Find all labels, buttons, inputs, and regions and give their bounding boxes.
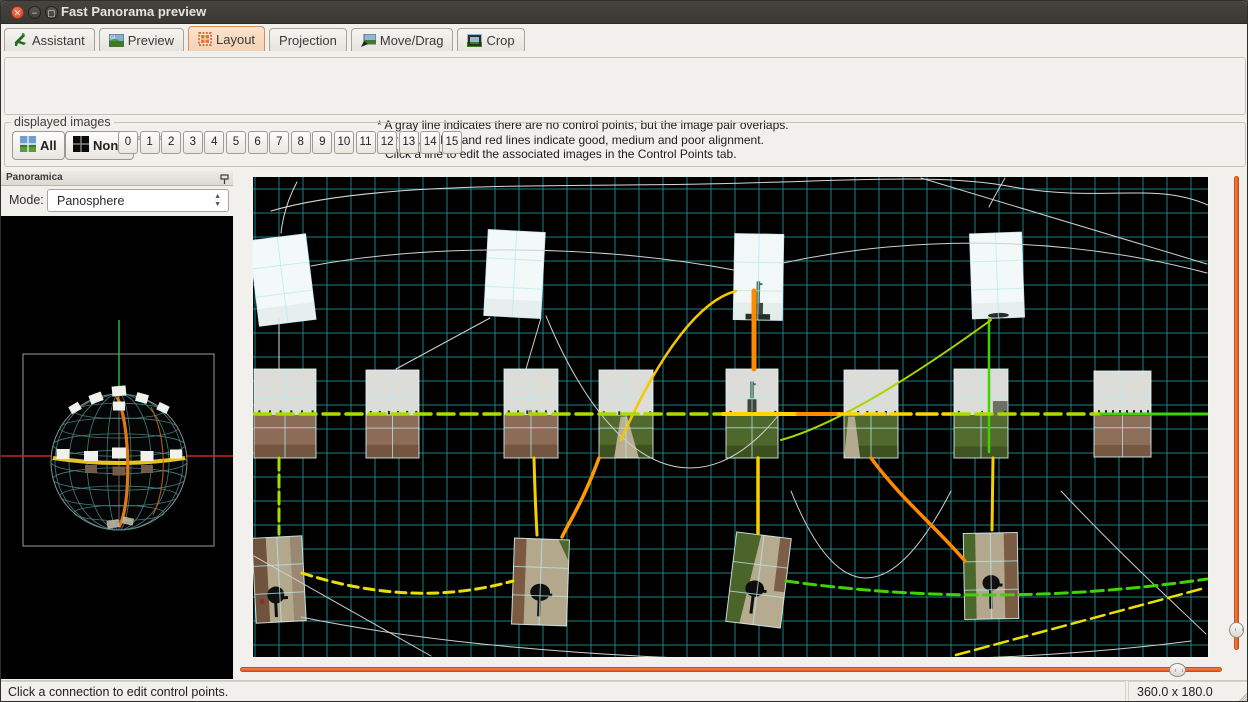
crop-icon	[467, 34, 482, 47]
connection-line[interactable]	[526, 318, 541, 369]
image-tile[interactable]	[484, 230, 545, 319]
connection-line[interactable]	[992, 458, 993, 530]
displayed-images-label: displayed images	[11, 115, 114, 129]
image-toggle-0[interactable]: 0	[118, 131, 138, 154]
mode-label: Mode:	[9, 193, 44, 207]
minimize-button[interactable]: −	[28, 6, 41, 19]
tab-assistant[interactable]: Assistant	[4, 28, 95, 51]
connection-line[interactable]	[921, 178, 1207, 264]
image-tile[interactable]	[726, 532, 792, 628]
mode-value: Panosphere	[57, 194, 124, 208]
pitch-slider-handle[interactable]	[1229, 622, 1244, 638]
image-tile[interactable]	[963, 533, 1018, 620]
yaw-slider[interactable]	[238, 660, 1228, 678]
image-tile[interactable]	[253, 536, 306, 624]
image-tile[interactable]	[512, 538, 570, 626]
image-toggle-13[interactable]: 13	[399, 131, 419, 154]
layout-icon	[198, 32, 212, 46]
image-tile[interactable]	[253, 234, 316, 326]
yaw-slider-track[interactable]	[240, 667, 1222, 672]
image-toggle-7[interactable]: 7	[269, 131, 289, 154]
maximize-button[interactable]: ▢	[45, 6, 58, 19]
image-toggle-8[interactable]: 8	[291, 131, 311, 154]
connection-line[interactable]	[271, 179, 1208, 211]
tab-crop[interactable]: Crop	[457, 28, 524, 51]
connection-line[interactable]	[534, 458, 537, 535]
tab-projection[interactable]: Projection	[269, 28, 347, 51]
preview-icon: GL	[109, 34, 124, 47]
image-tile[interactable]	[733, 234, 783, 321]
mode-select[interactable]: Panosphere ▲▼	[47, 189, 229, 212]
close-button[interactable]: ✕	[11, 6, 24, 19]
all-button-label: All	[40, 138, 57, 153]
show-all-button[interactable]: All	[12, 131, 65, 160]
info-box: Scale: * A gray line indicates there are…	[4, 57, 1246, 115]
tab-label: Preview	[128, 33, 174, 48]
svg-text:GL: GL	[110, 35, 117, 41]
image-toggle-4[interactable]: 4	[204, 131, 224, 154]
image-toggle-6[interactable]: 6	[248, 131, 268, 154]
image-toggle-10[interactable]: 10	[334, 131, 354, 154]
layout-canvas[interactable]	[251, 175, 1210, 659]
movedrag-icon	[361, 34, 376, 47]
connection-line[interactable]	[1061, 491, 1206, 634]
image-toggle-14[interactable]: 14	[420, 131, 440, 154]
tab-move-drag[interactable]: Move/Drag	[351, 28, 454, 51]
pitch-slider-track[interactable]	[1234, 176, 1239, 650]
tab-label: Projection	[279, 33, 337, 48]
image-toggle-5[interactable]: 5	[226, 131, 246, 154]
connection-line[interactable]	[302, 573, 513, 593]
status-bar: Click a connection to edit control point…	[1, 680, 1248, 702]
no-images-icon	[73, 136, 89, 155]
panel-title: Panoramica	[6, 172, 63, 183]
image-tile[interactable]	[970, 232, 1025, 319]
sphere-preview[interactable]	[1, 216, 233, 679]
tab-preview[interactable]: GL Preview	[99, 28, 184, 51]
image-toggle-row: 0123456789101112131415	[118, 131, 464, 154]
status-message: Click a connection to edit control point…	[1, 681, 1126, 702]
tab-bar: Assistant GL Preview Layout Projection Move/D…	[4, 26, 529, 51]
titlebar: ✕ − ▢ Fast Panorama preview	[1, 1, 1247, 24]
window: ✕ − ▢ Fast Panorama preview Assistant GL P…	[0, 0, 1248, 702]
image-toggle-1[interactable]: 1	[140, 131, 160, 154]
image-toggle-3[interactable]: 3	[183, 131, 203, 154]
panel-header: Panoramica	[1, 171, 233, 186]
mode-row: Mode: Panosphere ▲▼	[1, 186, 233, 216]
panosphere-panel: Panoramica Mode: Panosphere ▲▼	[1, 171, 233, 679]
tab-label: Crop	[486, 33, 514, 48]
image-toggle-15[interactable]: 15	[442, 131, 462, 154]
pitch-slider[interactable]	[1228, 174, 1246, 658]
displayed-images-group: displayed images All None 01234567891011…	[4, 122, 1246, 167]
fov-readout: 360.0 x 180.0	[1128, 681, 1248, 702]
tab-layout[interactable]: Layout	[188, 26, 265, 51]
image-toggle-2[interactable]: 2	[161, 131, 181, 154]
all-images-icon	[20, 136, 36, 155]
tab-label: Move/Drag	[380, 33, 444, 48]
assistant-icon	[14, 33, 28, 47]
image-toggle-9[interactable]: 9	[312, 131, 332, 154]
image-toggle-12[interactable]: 12	[377, 131, 397, 154]
resize-grip[interactable]	[1237, 691, 1247, 701]
image-toggle-11[interactable]: 11	[356, 131, 376, 154]
yaw-slider-handle[interactable]	[1169, 663, 1186, 677]
connection-line[interactable]	[396, 318, 490, 369]
spinner-arrows-icon: ▲▼	[214, 193, 221, 209]
tab-label: Assistant	[32, 33, 85, 48]
window-title: Fast Panorama preview	[61, 4, 206, 19]
tab-label: Layout	[216, 32, 255, 47]
